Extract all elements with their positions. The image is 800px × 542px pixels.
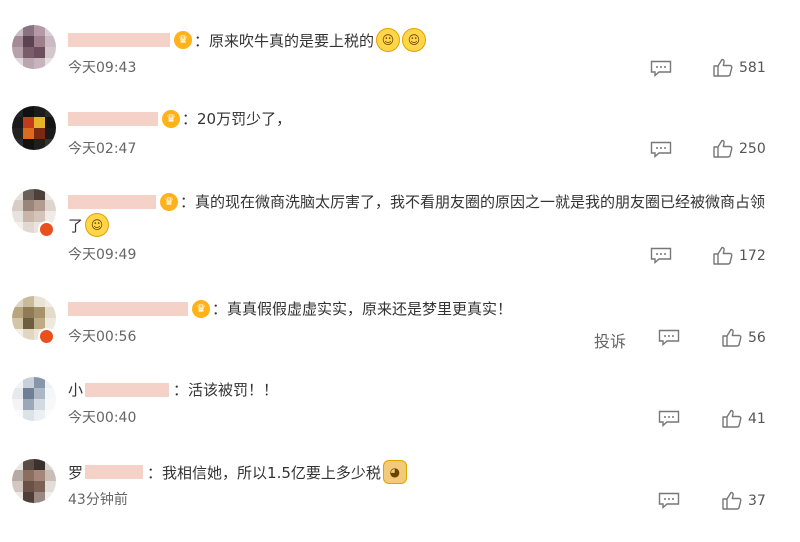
comment-text: 活该被罚！！ bbox=[188, 381, 279, 399]
comment-header: ♛ ： 原来吹牛真的是要上税的 ☺ ☺ bbox=[68, 28, 427, 52]
comment-text: 真的现在微商洗脑太厉害了，我不看朋友圈的原因之一就是我的朋友圈已经被微商占领 bbox=[195, 193, 766, 211]
like-count: 37 bbox=[748, 492, 766, 509]
comment-time: 今天00:40 bbox=[68, 410, 137, 426]
thumbs-up-icon bbox=[722, 409, 742, 428]
reply-icon[interactable] bbox=[650, 60, 672, 77]
comment-text-line2: 了 bbox=[68, 216, 84, 235]
comment-text: 20万罚少了， bbox=[197, 110, 292, 128]
comment-text: 原来吹牛真的是要上税的 bbox=[209, 31, 375, 50]
username-visible-part[interactable]: 罗 bbox=[68, 462, 83, 483]
vip-crown-icon: ♛ bbox=[174, 31, 192, 49]
thumbs-up-icon bbox=[713, 139, 733, 158]
avatar[interactable] bbox=[12, 377, 56, 421]
username-blurred[interactable] bbox=[68, 33, 170, 47]
comment-header: 小 ： 活该被罚！！ bbox=[68, 379, 278, 400]
avatar[interactable] bbox=[12, 459, 56, 503]
comment-text: 我相信她，所以1.5亿要上多少税 bbox=[162, 463, 381, 482]
like-button[interactable]: 41 bbox=[722, 409, 766, 428]
like-count: 56 bbox=[748, 329, 766, 346]
thumbs-up-icon bbox=[713, 246, 733, 265]
like-count: 250 bbox=[739, 140, 766, 157]
like-count: 581 bbox=[739, 59, 766, 76]
verified-badge-icon bbox=[38, 221, 55, 238]
like-button[interactable]: 172 bbox=[713, 246, 766, 265]
comment-time: 今天09:49 bbox=[68, 247, 137, 263]
laugh-cry-emoji-icon: ☺ bbox=[376, 28, 401, 52]
comment-text-continued: 了 ☺ bbox=[68, 213, 110, 237]
report-button[interactable]: 投诉 bbox=[594, 328, 626, 352]
laugh-cry-emoji-icon: ☺ bbox=[85, 213, 110, 237]
comment-header: ♛ ： 真的现在微商洗脑太厉害了，我不看朋友圈的原因之一就是我的朋友圈已经被微商… bbox=[68, 191, 765, 212]
reply-icon[interactable] bbox=[658, 492, 680, 509]
like-button[interactable]: 37 bbox=[722, 491, 766, 510]
vip-crown-icon: ♛ bbox=[162, 109, 180, 128]
username-blurred[interactable] bbox=[85, 465, 144, 479]
like-count: 172 bbox=[739, 247, 766, 264]
reply-icon[interactable] bbox=[658, 410, 680, 427]
doge-emoji-icon: ◕ bbox=[382, 460, 407, 484]
comment-text: 真真假假虚虚实实，原来还是梦里更真实！ bbox=[227, 300, 513, 318]
comment-time: 43分钟前 bbox=[68, 492, 128, 508]
vip-crown-icon: ♛ bbox=[192, 299, 210, 318]
username-visible-part[interactable]: 小 bbox=[68, 379, 83, 400]
thumbs-up-icon bbox=[713, 58, 733, 77]
separator: ： bbox=[173, 381, 189, 399]
like-button[interactable]: 250 bbox=[713, 139, 766, 158]
thumbs-up-icon bbox=[722, 328, 742, 347]
comment-time: 今天00:56 bbox=[68, 329, 137, 345]
separator: ： bbox=[180, 193, 196, 211]
separator: ： bbox=[182, 110, 198, 128]
comment-header: ♛ ： 真真假假虚虚实实，原来还是梦里更真实！ bbox=[68, 298, 512, 319]
separator: ： bbox=[212, 300, 228, 318]
username-blurred[interactable] bbox=[68, 301, 188, 316]
comment-time: 今天02:47 bbox=[68, 141, 137, 157]
comment-header: 罗 ： 我相信她，所以1.5亿要上多少税 ◕ bbox=[68, 460, 407, 484]
avatar[interactable] bbox=[12, 106, 56, 150]
username-blurred[interactable] bbox=[68, 111, 158, 126]
avatar[interactable] bbox=[12, 25, 56, 69]
like-count: 41 bbox=[748, 410, 766, 427]
separator: ： bbox=[194, 31, 210, 50]
comment-time: 今天09:43 bbox=[68, 60, 137, 76]
like-button[interactable]: 581 bbox=[713, 58, 766, 77]
username-blurred[interactable] bbox=[68, 194, 156, 209]
reply-icon[interactable] bbox=[650, 141, 672, 158]
comment-header: ♛ ： 20万罚少了， bbox=[68, 108, 291, 129]
vip-crown-icon: ♛ bbox=[160, 192, 178, 211]
username-blurred[interactable] bbox=[85, 382, 170, 397]
thumbs-up-icon bbox=[722, 491, 742, 510]
separator: ： bbox=[147, 463, 163, 482]
laugh-cry-emoji-icon: ☺ bbox=[402, 28, 427, 52]
like-button[interactable]: 56 bbox=[722, 328, 766, 347]
verified-badge-icon bbox=[38, 328, 55, 345]
reply-icon[interactable] bbox=[650, 247, 672, 264]
reply-icon[interactable] bbox=[658, 329, 680, 346]
